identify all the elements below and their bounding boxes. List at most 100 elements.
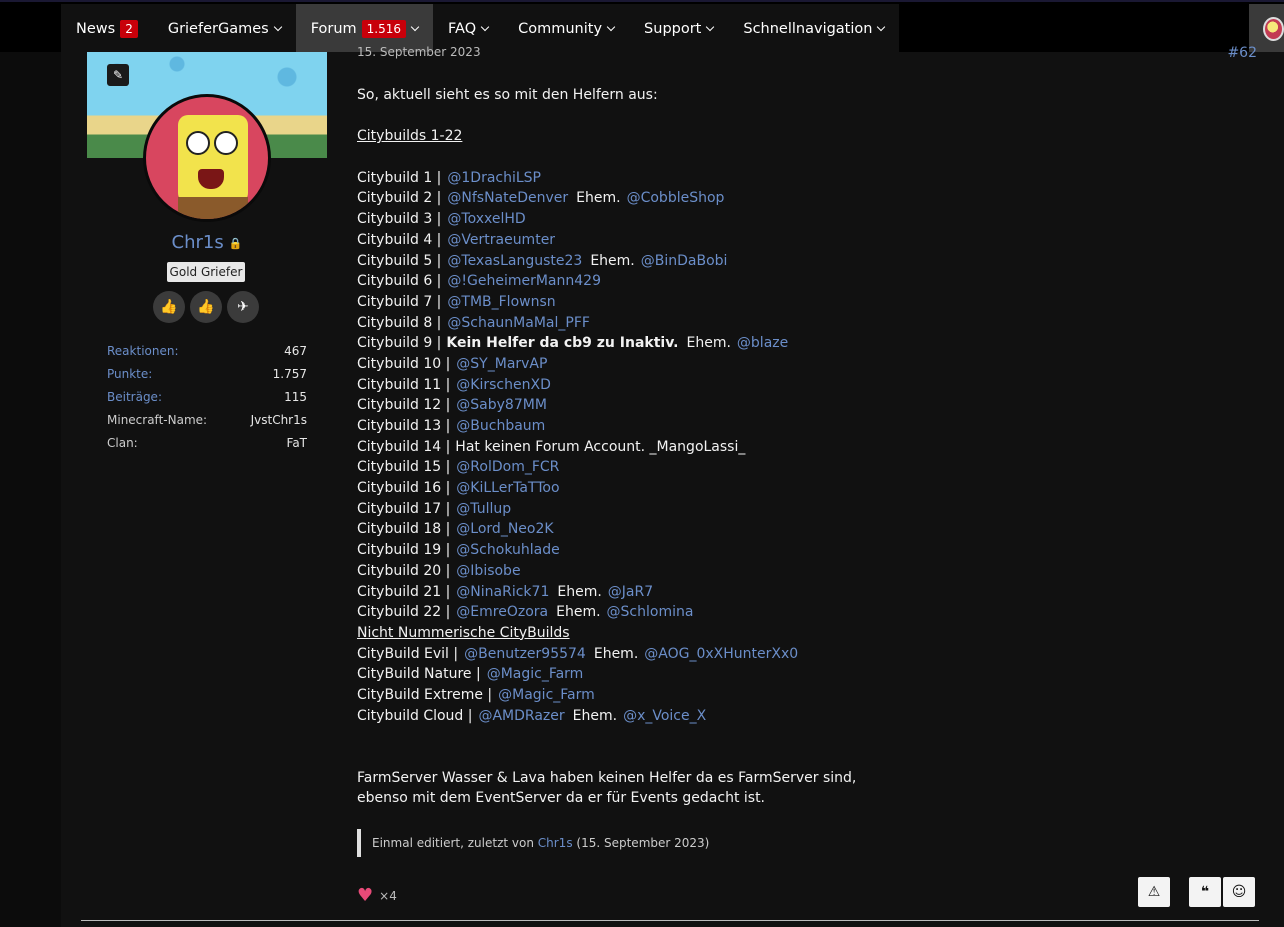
avatar-eye xyxy=(214,131,238,155)
nav-schnellnavigation[interactable]: Schnellnavigation xyxy=(728,4,899,54)
user-mention-link[interactable]: @KiLLerTaTToo xyxy=(456,480,559,496)
user-avatar[interactable] xyxy=(143,94,271,222)
citybuild-label: Citybuild 20 | xyxy=(357,562,451,579)
heart-icon: ♥ xyxy=(357,885,374,906)
stat-value: 467 xyxy=(284,344,307,358)
user-mention-link[interactable]: @ToxxelHD xyxy=(447,211,525,227)
citybuild-label: Citybuild 17 | xyxy=(357,500,451,517)
citybuild-line: Citybuild 19 | @Schokuhlade xyxy=(357,540,1237,561)
stat-value: FaT xyxy=(286,436,307,450)
user-mention-link[interactable]: @1DrachiLSP xyxy=(447,170,541,186)
user-mention-link[interactable]: @JaR7 xyxy=(608,584,653,600)
user-mention-link[interactable]: @KirschenXD xyxy=(456,377,551,393)
user-mention-link[interactable]: @NinaRick71 xyxy=(456,584,549,600)
username-text[interactable]: Chr1s xyxy=(172,232,224,253)
top-bar: News 2 GrieferGames Forum 1.516 FAQ Comm… xyxy=(0,0,1284,54)
reaction-summary[interactable]: ♥ ×4 xyxy=(357,885,397,906)
post-divider xyxy=(81,920,1259,921)
user-mention-link[interactable]: @Buchbaum xyxy=(456,418,545,434)
edit-cover-button[interactable]: ✎ xyxy=(107,64,129,86)
user-mention-link[interactable]: @Vertraeumter xyxy=(447,232,555,248)
citybuild-line: Citybuild 11 | @KirschenXD xyxy=(357,375,1237,396)
nav-faq-label: FAQ xyxy=(448,21,477,37)
user-mention-link[interactable]: @TMB_Flownsn xyxy=(447,294,555,310)
chevron-down-icon xyxy=(273,22,282,32)
user-mention-link[interactable]: @x_Voice_X xyxy=(623,708,706,724)
edit-note-date: (15. September 2023) xyxy=(576,836,710,850)
citybuild-line: Citybuild 8 | @SchaunMaMal_PFF xyxy=(357,313,1237,334)
user-mention-link[interactable]: @!GeheimerMann429 xyxy=(447,273,601,289)
stat-value: 1.757 xyxy=(272,367,307,381)
chevron-down-icon xyxy=(606,22,616,32)
react-button[interactable]: ☺ xyxy=(1223,877,1255,907)
user-mention-link[interactable]: @TexasLanguste23 xyxy=(447,253,582,269)
citybuild-line: Citybuild 20 | @Ibisobe xyxy=(357,561,1237,582)
user-mention-link[interactable]: @Schokuhlade xyxy=(456,542,559,558)
user-mention-link[interactable]: @AMDRazer xyxy=(478,708,564,724)
citybuild-note: Hat keinen Forum Account. _MangoLassi_ xyxy=(455,438,746,455)
avatar-pants xyxy=(178,197,248,219)
post-permalink[interactable]: #62 xyxy=(1227,45,1257,61)
thumbs-up-blue-icon[interactable]: 👍 xyxy=(190,291,222,323)
chevron-down-icon xyxy=(877,22,886,32)
post-intro: So, aktuell sieht es so mit den Helfern … xyxy=(357,87,658,103)
user-mention-link[interactable]: @Schlomina xyxy=(607,604,694,620)
user-mention-link[interactable]: @Saby87MM xyxy=(456,397,547,413)
citybuild-line: Citybuild 15 | @RolDom_FCR xyxy=(357,457,1237,478)
user-mention-link[interactable]: @SchaunMaMal_PFF xyxy=(447,315,590,331)
edit-note-user[interactable]: Chr1s xyxy=(538,836,573,850)
post-date[interactable]: 15. September 2023 xyxy=(357,45,481,59)
nav-griefergames[interactable]: GrieferGames xyxy=(153,4,296,54)
report-button[interactable]: ⚠ xyxy=(1138,877,1170,907)
stat-key[interactable]: Beiträge: xyxy=(107,389,162,412)
user-mention-link[interactable]: @BinDaBobi xyxy=(641,253,728,269)
stat-key[interactable]: Reaktionen: xyxy=(107,343,179,366)
citybuild-line: CityBuild Nature | @Magic_Farm xyxy=(357,664,1237,685)
user-mention-link[interactable]: @AOG_0xXHunterXx0 xyxy=(644,646,798,662)
citybuild-line: Citybuild 1 | @1DrachiLSP xyxy=(357,168,1237,189)
nav-news[interactable]: News 2 xyxy=(61,4,153,54)
user-mention-link[interactable]: @CobbleShop xyxy=(627,190,725,206)
citybuild-line: Citybuild 10 | @SY_MarvAP xyxy=(357,354,1237,375)
nav-support[interactable]: Support xyxy=(629,4,728,54)
citybuild-label: Citybuild 7 | xyxy=(357,293,442,310)
citybuild-label: Citybuild 6 | xyxy=(357,273,442,290)
nav-community[interactable]: Community xyxy=(503,4,629,54)
edit-note-prefix: Einmal editiert, zuletzt von xyxy=(372,836,534,850)
citybuild-line: Citybuild 22 | @EmreOzora Ehem. @Schlomina xyxy=(357,602,1237,623)
citybuild-line: Citybuild 18 | @Lord_Neo2K xyxy=(357,519,1237,540)
user-mention-link[interactable]: @Magic_Farm xyxy=(487,666,584,682)
stat-key[interactable]: Punkte: xyxy=(107,366,152,389)
username[interactable]: Chr1s 🔒 xyxy=(87,232,327,253)
post-body: So, aktuell sieht es so mit den Helfern … xyxy=(357,85,1237,809)
citybuild-label: Citybuild 12 | xyxy=(357,397,451,414)
quote-button[interactable]: ❝ xyxy=(1189,877,1221,907)
user-mention-link[interactable]: @NfsNateDenver xyxy=(447,190,568,206)
citybuild-label: Citybuild 4 | xyxy=(357,231,442,248)
citybuild-label: Citybuild 8 | xyxy=(357,314,442,331)
rank-badge: Gold Griefer xyxy=(167,262,245,282)
citybuild-line: Citybuild 2 | @NfsNateDenver Ehem. @CobbleS… xyxy=(357,188,1237,209)
user-mention-link[interactable]: @RolDom_FCR xyxy=(456,459,559,475)
user-mention-link[interactable]: @Lord_Neo2K xyxy=(456,521,553,537)
user-mention-link[interactable]: @blaze xyxy=(737,335,788,351)
airplane-icon[interactable]: ✈ xyxy=(227,291,259,323)
user-mention-link[interactable]: @Benutzer95574 xyxy=(464,646,586,662)
citybuild-line: CityBuild Extreme | @Magic_Farm xyxy=(357,685,1237,706)
user-mention-link[interactable]: @EmreOzora xyxy=(456,604,548,620)
citybuild-note: Kein Helfer da cb9 zu Inaktiv. xyxy=(446,335,679,352)
chevron-down-icon xyxy=(480,22,490,32)
user-mention-link[interactable]: @SY_MarvAP xyxy=(456,356,547,372)
citybuild-label: Citybuild 10 | xyxy=(357,355,451,372)
user-mention-link[interactable]: @Tullup xyxy=(456,501,511,517)
user-mention-link[interactable]: @Ibisobe xyxy=(456,563,520,579)
citybuild-line: Citybuild Cloud | @AMDRazer Ehem. @x_Voice_… xyxy=(357,706,1237,727)
citybuild-line: Citybuild 16 | @KiLLerTaTToo xyxy=(357,478,1237,499)
user-mention-link[interactable]: @Magic_Farm xyxy=(498,687,595,703)
citybuild-label: Citybuild 15 | xyxy=(357,459,451,476)
avatar-eye xyxy=(186,131,210,155)
thumbs-up-icon[interactable]: 👍 xyxy=(153,291,185,323)
quote-icon: ❝ xyxy=(1200,884,1210,900)
citybuild-line: CityBuild Evil | @Benutzer95574 Ehem. @AOG_… xyxy=(357,644,1237,665)
stat-value: JvstChr1s xyxy=(250,413,307,427)
